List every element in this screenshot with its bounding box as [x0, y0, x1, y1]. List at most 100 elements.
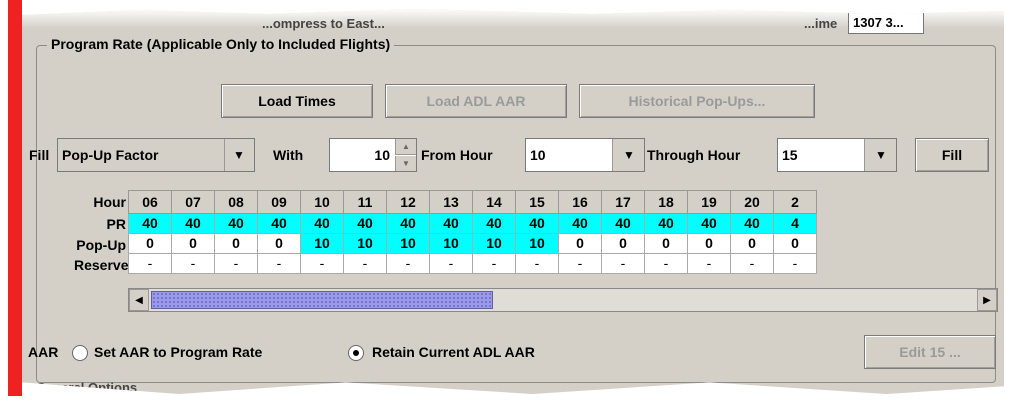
popup-cell[interactable]: 0 [644, 233, 688, 254]
reserve-cell[interactable]: - [472, 253, 516, 274]
popup-cell[interactable]: 0 [128, 233, 172, 254]
from-hour-value: 10 [526, 139, 613, 171]
fill-type-value: Pop-Up Factor [58, 139, 225, 171]
reserve-cell[interactable]: - [515, 253, 559, 274]
pr-cell[interactable]: 40 [300, 213, 344, 234]
time-input[interactable]: 1307 3... [848, 12, 924, 34]
reserve-cell[interactable]: - [773, 253, 817, 274]
load-times-button[interactable]: Load Times [221, 84, 373, 118]
time-label: ...ime [804, 16, 838, 31]
set-aar-label[interactable]: Set AAR to Program Rate [94, 344, 262, 360]
pr-cell[interactable]: 40 [515, 213, 559, 234]
pr-cell[interactable]: 40 [601, 213, 645, 234]
popup-cell[interactable]: 0 [214, 233, 258, 254]
pr-cell[interactable]: 40 [730, 213, 774, 234]
retain-aar-radio[interactable] [348, 345, 364, 361]
scroll-right-icon[interactable]: ▶ [977, 289, 997, 311]
pr-cell[interactable]: 40 [472, 213, 516, 234]
scrollbar-thumb[interactable] [151, 291, 493, 309]
aar-label: AAR [28, 344, 59, 360]
spin-up-icon[interactable]: ▲ [395, 139, 416, 155]
scroll-left-icon[interactable]: ◀ [129, 289, 149, 311]
general-options-label: General Options [36, 380, 138, 395]
popup-cell[interactable]: 0 [773, 233, 817, 254]
reserve-cell[interactable]: - [644, 253, 688, 274]
hour-cell: 12 [386, 190, 430, 214]
from-hour-label: From Hour [421, 147, 493, 163]
pr-cell[interactable]: 40 [558, 213, 602, 234]
reserve-cell[interactable]: - [214, 253, 258, 274]
reserve-cell[interactable]: - [558, 253, 602, 274]
hour-cell: 17 [601, 190, 645, 214]
chevron-down-icon[interactable]: ▼ [866, 139, 896, 171]
pr-cell[interactable]: 40 [171, 213, 215, 234]
reserve-cell[interactable]: - [386, 253, 430, 274]
fill-type-select[interactable]: Pop-Up Factor ▼ [57, 138, 255, 172]
spin-down-icon[interactable]: ▼ [395, 156, 416, 171]
hour-cell: 07 [171, 190, 215, 214]
hour-cell: 2 [773, 190, 817, 214]
pr-cell[interactable]: 40 [343, 213, 387, 234]
hour-cell: 13 [429, 190, 473, 214]
pr-cell[interactable]: 40 [214, 213, 258, 234]
through-hour-label: Through Hour [647, 147, 741, 163]
chevron-down-icon[interactable]: ▼ [224, 139, 254, 171]
load-adl-aar-button[interactable]: Load ADL AAR [385, 84, 567, 118]
program-rate-legend: Program Rate (Applicable Only to Include… [47, 36, 395, 52]
hour-cell: 18 [644, 190, 688, 214]
pr-cell[interactable]: 40 [128, 213, 172, 234]
reserve-cell[interactable]: - [128, 253, 172, 274]
red-border-bar [8, 0, 22, 396]
popup-cell[interactable]: 10 [386, 233, 430, 254]
reserve-cell[interactable]: - [300, 253, 344, 274]
reserve-cell[interactable]: - [429, 253, 473, 274]
popup-cell[interactable]: 0 [601, 233, 645, 254]
fill-button[interactable]: Fill [915, 138, 989, 172]
compress-label: ...ompress to East... [262, 16, 385, 31]
popup-cell[interactable]: 0 [171, 233, 215, 254]
program-rate-panel: ...ompress to East... ...ime 1307 3... P… [22, 9, 1004, 395]
hour-cell: 16 [558, 190, 602, 214]
reserve-cell[interactable]: - [687, 253, 731, 274]
pr-cell[interactable]: 40 [386, 213, 430, 234]
pr-cell[interactable]: 40 [429, 213, 473, 234]
popup-cell[interactable]: 10 [515, 233, 559, 254]
hour-cell: 06 [128, 190, 172, 214]
popup-cell[interactable]: 10 [343, 233, 387, 254]
pr-cell[interactable]: 40 [644, 213, 688, 234]
hour-cell: 10 [300, 190, 344, 214]
chevron-down-icon[interactable]: ▼ [614, 139, 644, 171]
fill-label: Fill [29, 147, 50, 163]
through-hour-value: 15 [778, 139, 865, 171]
rate-grid: 06 07 08 09 10 11 12 13 14 15 16 17 18 1… [128, 190, 1004, 274]
hour-cell: 20 [730, 190, 774, 214]
reserve-cell[interactable]: - [730, 253, 774, 274]
through-hour-select[interactable]: 15 ▼ [777, 138, 897, 172]
pr-cell[interactable]: 4 [773, 213, 817, 234]
with-spinner[interactable]: 10 ▲ ▼ [329, 138, 417, 172]
grid-horizontal-scrollbar[interactable]: ◀ ▶ [128, 288, 998, 312]
reserve-cell[interactable]: - [601, 253, 645, 274]
popup-cell[interactable]: 10 [300, 233, 344, 254]
historical-popups-button[interactable]: Historical Pop-Ups... [579, 84, 815, 118]
reserve-cell[interactable]: - [343, 253, 387, 274]
popup-cell[interactable]: 10 [429, 233, 473, 254]
set-aar-radio[interactable] [72, 345, 88, 361]
popup-cell[interactable]: 0 [687, 233, 731, 254]
reserve-cell[interactable]: - [171, 253, 215, 274]
reserve-row-label: Reserve [74, 257, 129, 273]
pr-cell[interactable]: 40 [257, 213, 301, 234]
popup-cell[interactable]: 10 [472, 233, 516, 254]
pr-row-label: PR [106, 216, 126, 232]
from-hour-select[interactable]: 10 ▼ [525, 138, 645, 172]
hour-cell: 11 [343, 190, 387, 214]
pr-cell[interactable]: 40 [687, 213, 731, 234]
retain-aar-label[interactable]: Retain Current ADL AAR [372, 344, 535, 360]
edit-button[interactable]: Edit 15 ... [864, 335, 996, 369]
reserve-cell[interactable]: - [257, 253, 301, 274]
hour-cell: 19 [687, 190, 731, 214]
popup-cell[interactable]: 0 [730, 233, 774, 254]
popup-cell[interactable]: 0 [257, 233, 301, 254]
with-value: 10 [374, 147, 390, 163]
popup-cell[interactable]: 0 [558, 233, 602, 254]
